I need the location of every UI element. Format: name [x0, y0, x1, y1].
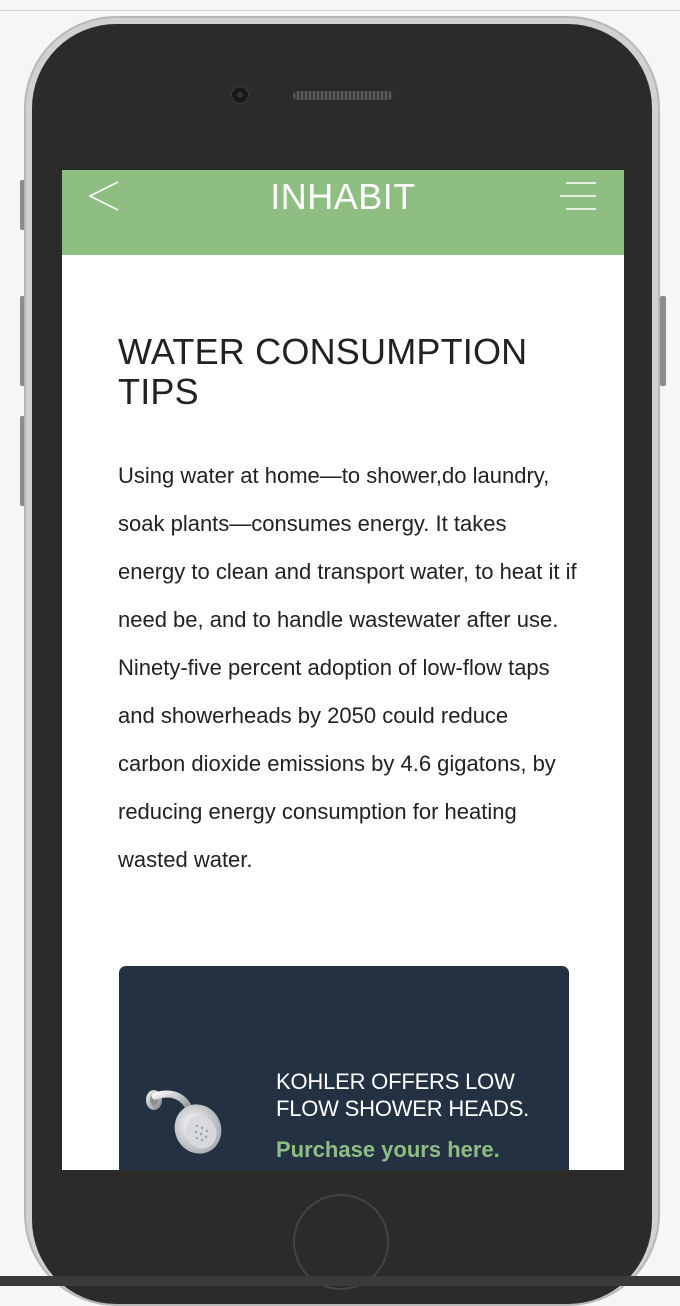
hamburger-menu-icon — [560, 182, 596, 210]
back-button[interactable] — [84, 174, 124, 218]
promo-card[interactable]: KOHLER OFFERS LOW FLOW SHOWER HEADS. Pur… — [119, 966, 569, 1170]
browser-top-divider — [0, 10, 680, 11]
phone-screen: INHABIT WATER CONSUMPTION TIPS Using wat… — [62, 170, 624, 1170]
app-navbar: INHABIT — [62, 170, 624, 255]
promo-heading: KOHLER OFFERS LOW FLOW SHOWER HEADS. — [276, 1069, 530, 1121]
app-brand-title: INHABIT — [270, 176, 416, 217]
shower-head-image — [146, 1090, 222, 1154]
page-title: WATER CONSUMPTION TIPS — [118, 331, 528, 412]
power-button — [660, 296, 666, 386]
menu-button[interactable] — [558, 178, 602, 214]
chevron-left-icon — [88, 181, 119, 211]
front-camera — [231, 86, 249, 104]
bottom-edge — [0, 1276, 680, 1286]
purchase-link[interactable]: Purchase yours here. — [276, 1136, 500, 1164]
earpiece-speaker — [293, 91, 393, 100]
article-body: Using water at home—to shower,do laundry… — [118, 463, 577, 872]
